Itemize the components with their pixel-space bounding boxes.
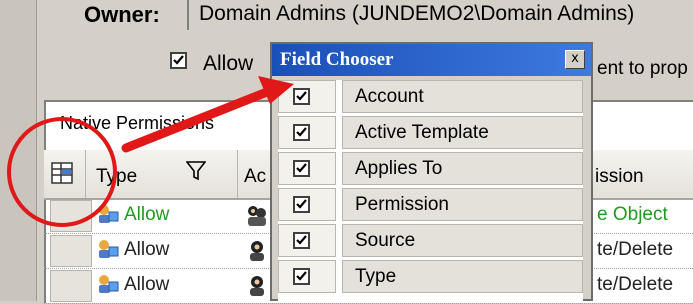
- permissions-window: Owner: Domain Admins (JUNDEMO2\Domain Ad…: [0, 0, 693, 304]
- annotation-arrow: [121, 76, 294, 153]
